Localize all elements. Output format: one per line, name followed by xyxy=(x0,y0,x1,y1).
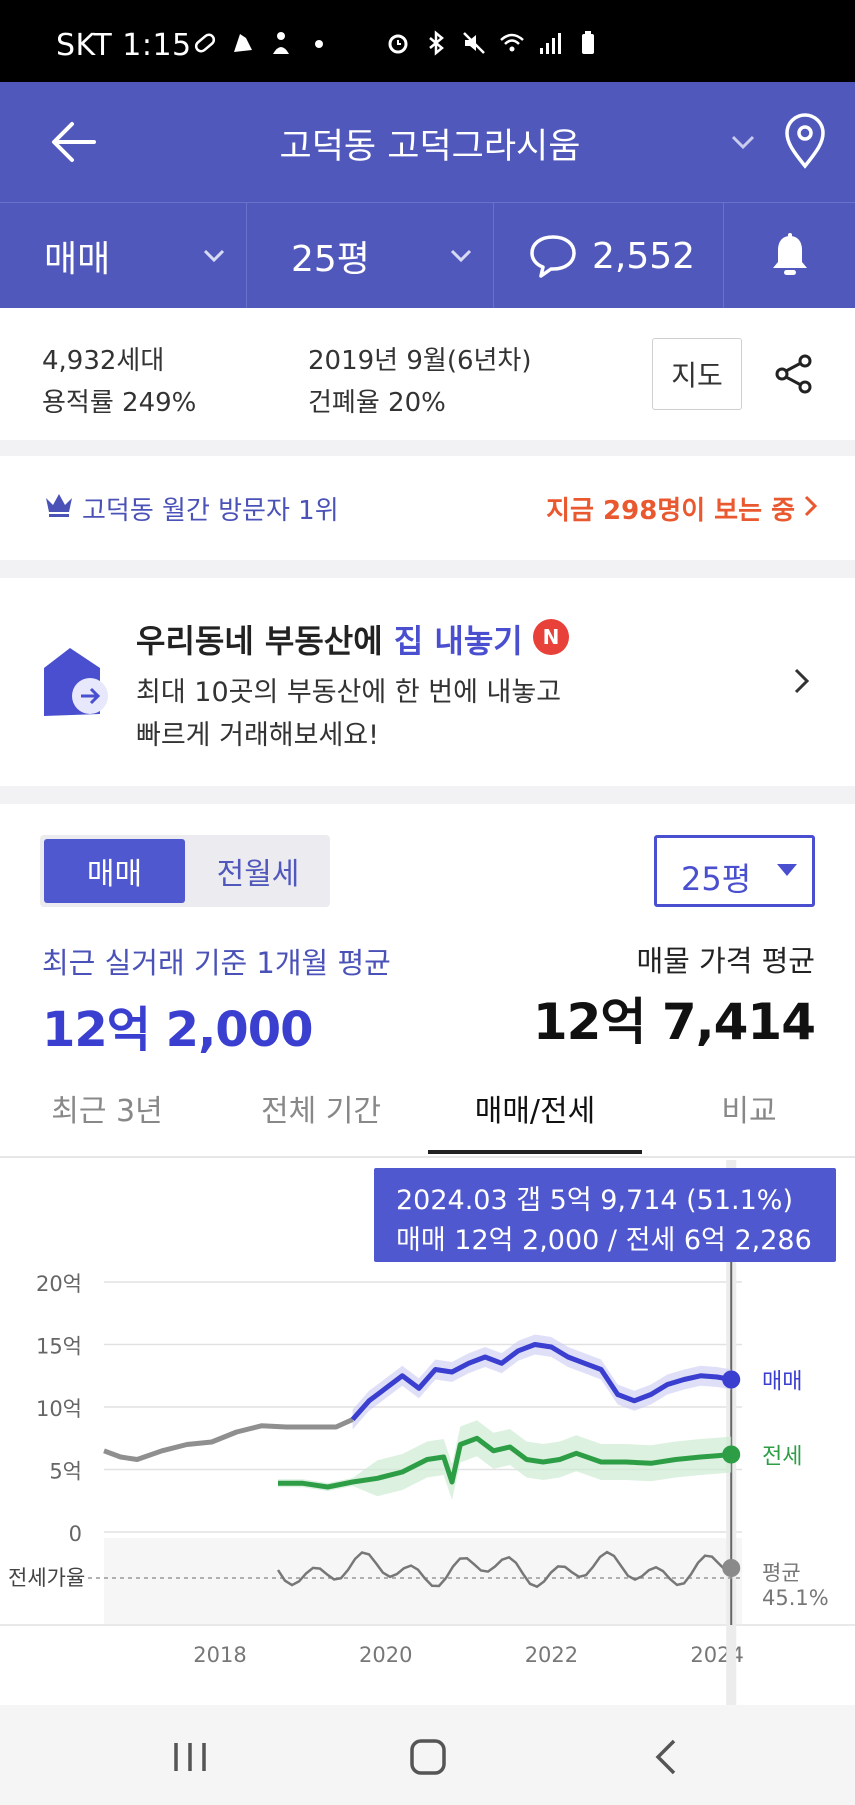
page-title[interactable]: 고덕동 고덕그라시움 xyxy=(180,118,680,169)
crown-icon xyxy=(44,492,74,518)
x-tick-label: 2022 xyxy=(525,1643,578,1667)
sale-line-past xyxy=(103,1417,354,1462)
chevron-down-icon[interactable] xyxy=(727,126,759,158)
comments-button[interactable]: 2,552 xyxy=(494,203,724,309)
recents-icon[interactable] xyxy=(168,1735,212,1779)
segment-rent[interactable]: 전월세 xyxy=(190,839,326,903)
listing-price-value: 12억 7,414 xyxy=(532,993,816,1051)
size-filter-label: 25평 xyxy=(291,239,370,280)
x-tick-label: 2018 xyxy=(193,1643,246,1667)
tab-all-period[interactable]: 전체 기간 xyxy=(214,1086,428,1130)
sale-series-label: 매매 xyxy=(762,1370,802,1395)
status-bar: SKT 1:15 xyxy=(0,0,855,82)
jeonse-series-label: 전세 xyxy=(762,1445,802,1470)
y-tick-label: 0 xyxy=(69,1522,82,1546)
map-pin-icon[interactable] xyxy=(780,112,830,170)
divider xyxy=(0,560,855,578)
chevron-down-icon xyxy=(200,241,228,269)
tooltip-prices: 매매 12억 2,000 / 전세 6억 2,286 xyxy=(396,1225,812,1256)
promo-title-prefix: 우리동네 부동산에 xyxy=(136,622,394,660)
y-tick-label: 15억 xyxy=(36,1335,82,1359)
current-viewers: 지금 298명이 보는 중 xyxy=(546,496,795,526)
alarm-button[interactable] xyxy=(724,203,855,309)
visitor-rank-banner[interactable]: 고덕동 월간 방문자 1위 지금 298명이 보는 중 xyxy=(0,456,855,560)
recent-price-label: 최근 실거래 기준 1개월 평균 xyxy=(42,946,391,980)
visitor-rank-text: 고덕동 월간 방문자 1위 xyxy=(82,496,339,526)
period-tabs: 최근 3년 전체 기간 매매/전세 비교 xyxy=(0,1072,855,1158)
system-nav-bar xyxy=(0,1705,855,1805)
share-icon[interactable] xyxy=(772,352,816,396)
segment-sale[interactable]: 매매 xyxy=(44,839,185,903)
built-year: 2019년 9월(6년차) xyxy=(308,346,532,376)
listing-price-label: 매물 가격 평균 xyxy=(636,944,815,978)
y-tick-label: 10억 xyxy=(36,1397,82,1421)
size-dropdown-value: 25평 xyxy=(681,860,752,898)
caret-down-icon xyxy=(777,864,797,876)
house-arrow-icon xyxy=(40,646,112,726)
arrow-left-icon xyxy=(52,122,96,162)
map-button[interactable]: 지도 xyxy=(652,338,742,410)
y-tick-label: 20억 xyxy=(36,1272,82,1296)
x-tick-label: 2020 xyxy=(359,1643,412,1667)
chevron-down-icon xyxy=(447,241,475,269)
home-icon[interactable] xyxy=(406,1735,450,1779)
households: 4,932세대 xyxy=(42,346,165,376)
back-button[interactable] xyxy=(48,116,104,168)
deal-type-select[interactable]: 매매 xyxy=(0,203,247,309)
chevron-right-icon xyxy=(800,494,820,518)
floor-area-ratio: 용적률 249% xyxy=(42,388,197,418)
ratio-end-point xyxy=(722,1559,741,1577)
ratio-axis-label: 전세가율 xyxy=(8,1566,85,1590)
divider xyxy=(0,440,855,456)
size-filter-select[interactable]: 25평 xyxy=(247,203,494,309)
new-badge: N xyxy=(533,619,569,655)
jeonse-end-point xyxy=(722,1445,741,1464)
bell-icon xyxy=(768,232,812,280)
shoe-icon xyxy=(230,30,256,56)
person-icon xyxy=(268,30,294,56)
comment-count: 2,552 xyxy=(592,235,696,277)
pill-icon xyxy=(192,30,218,56)
tab-compare[interactable]: 비교 xyxy=(642,1086,855,1130)
deal-type-label: 매매 xyxy=(44,239,111,280)
tooltip-gap: 2024.03 갭 5억 9,714 (51.1%) xyxy=(396,1185,793,1216)
promo-desc-line2: 빠르게 거래해보세요! xyxy=(136,720,379,751)
dot-icon xyxy=(306,30,332,56)
divider xyxy=(0,786,855,804)
deal-segment-control: 매매 전월세 xyxy=(40,835,330,907)
recent-price-value: 12억 2,000 xyxy=(42,1002,313,1058)
status-right-icons xyxy=(385,30,601,56)
filter-bar: 매매 25평 2,552 xyxy=(0,202,855,309)
wifi-icon xyxy=(499,30,525,56)
carrier-time: SKT 1:15 xyxy=(56,28,192,63)
coverage-ratio: 건폐율 20% xyxy=(308,388,446,418)
tab-recent-3y[interactable]: 최근 3년 xyxy=(0,1086,214,1130)
ratio-avg-label: 평균 xyxy=(762,1561,801,1585)
promo-title: 우리동네 부동산에 집 내놓기 xyxy=(136,616,523,662)
promo-desc-line1: 최대 10곳의 부동산에 한 번에 내놓고 xyxy=(136,677,562,708)
active-tab-indicator xyxy=(428,1150,642,1154)
app-header: 고덕동 고덕그라시움 xyxy=(0,82,855,202)
chart-tooltip: 2024.03 갭 5억 9,714 (51.1%) 매매 12억 2,000 … xyxy=(374,1168,836,1262)
tab-sale-jeonse[interactable]: 매매/전세 xyxy=(428,1086,642,1130)
chat-bubble-icon xyxy=(528,232,578,280)
promo-title-accent: 집 내놓기 xyxy=(393,622,523,660)
listing-promo-banner[interactable]: 우리동네 부동산에 집 내놓기 N 최대 10곳의 부동산에 한 번에 내놓고 … xyxy=(0,578,855,786)
sale-line xyxy=(350,1342,732,1422)
back-icon[interactable] xyxy=(646,1735,690,1779)
status-left-icons xyxy=(192,30,332,56)
signal-icon xyxy=(537,30,563,56)
complex-info: 4,932세대 용적률 249% 2019년 9월(6년차) 건폐율 20% 지… xyxy=(0,308,855,440)
bluetooth-icon xyxy=(423,30,449,56)
battery-icon xyxy=(575,30,601,56)
alarm-icon xyxy=(385,30,411,56)
ratio-avg-value: 45.1% xyxy=(762,1586,829,1610)
sale-end-point xyxy=(722,1370,741,1389)
chevron-right-icon xyxy=(792,666,812,700)
ratio-band xyxy=(104,1538,742,1624)
mute-icon xyxy=(461,30,487,56)
y-tick-label: 5억 xyxy=(49,1460,82,1484)
size-dropdown[interactable]: 25평 xyxy=(654,835,815,907)
